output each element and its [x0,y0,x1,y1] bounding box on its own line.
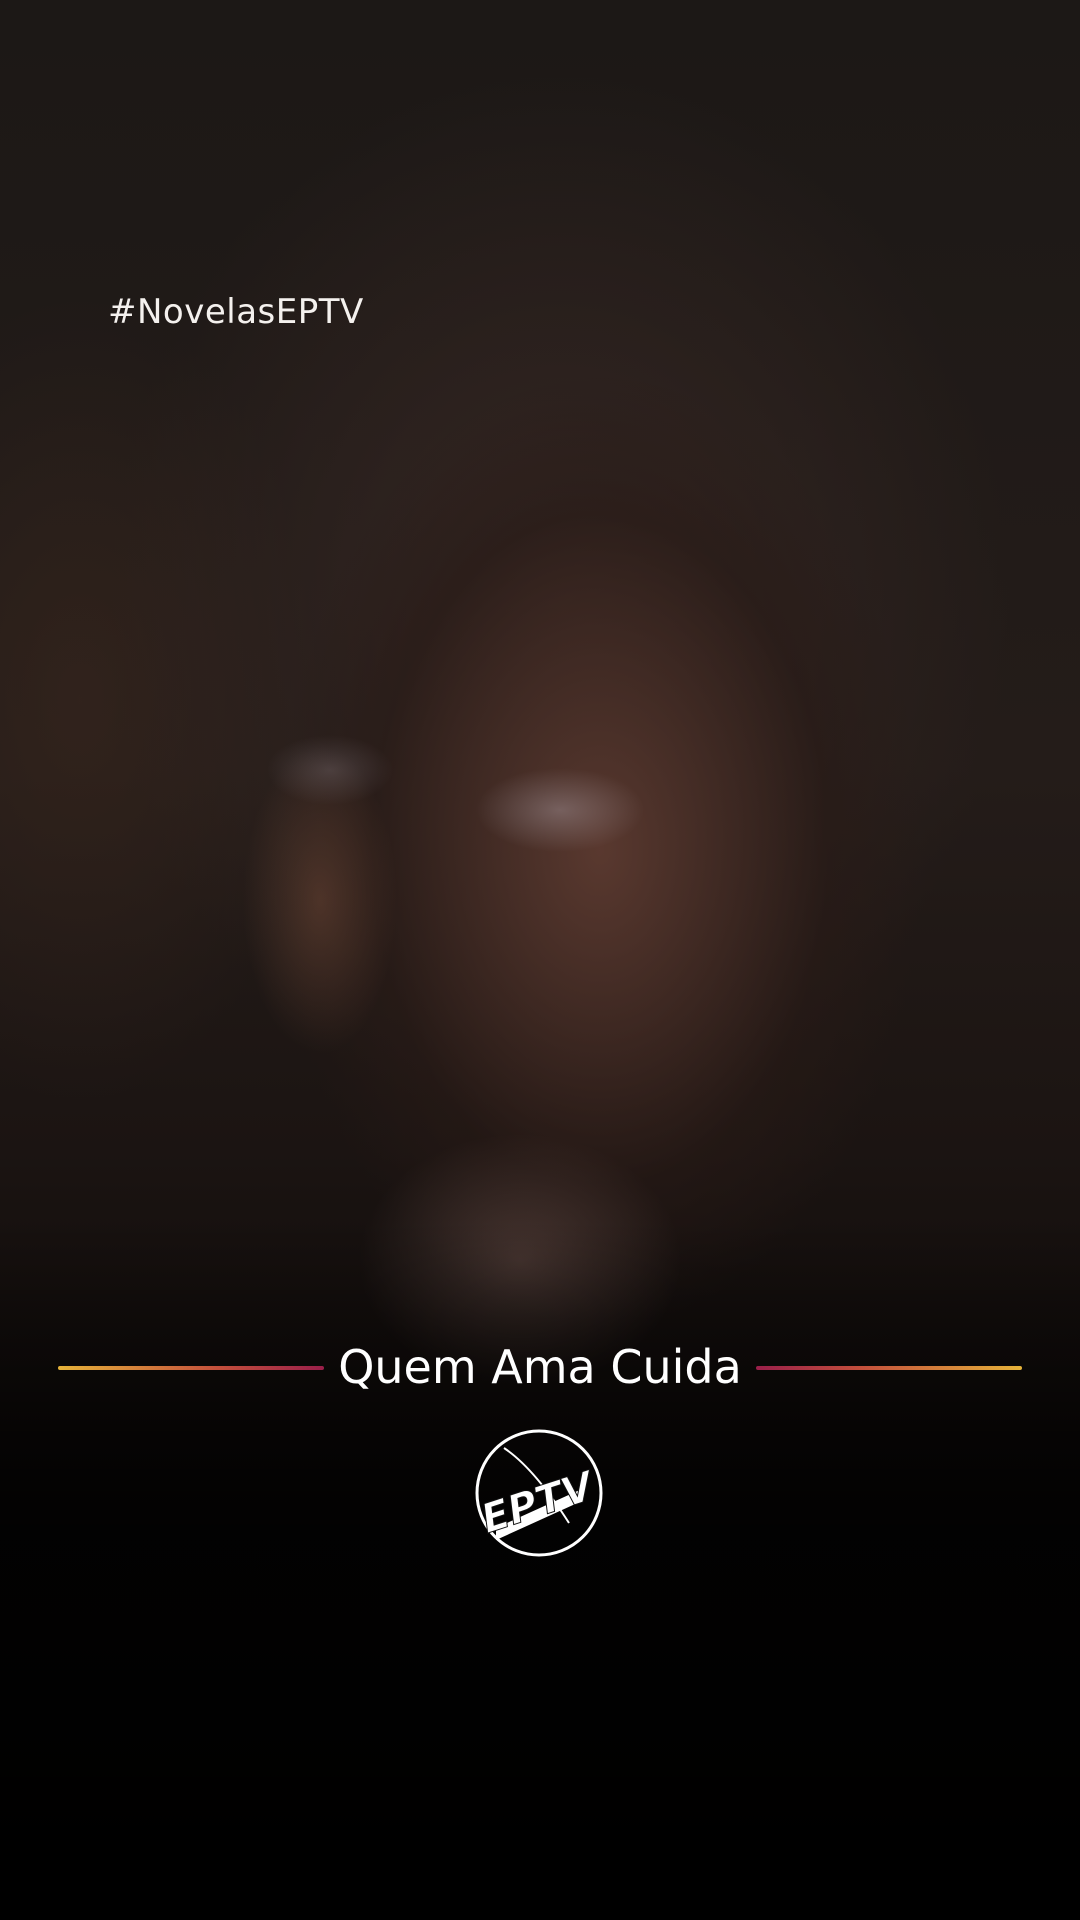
bottom-shade [0,1220,1080,1920]
hashtag-label: #NovelasEPTV [108,292,364,332]
decorative-line-right [756,1366,1022,1370]
logo-wordmark: EPTV [476,1463,602,1543]
eptv-logo-icon: EPTV [475,1429,603,1557]
video-frame: #NovelasEPTV Quem Ama Cuida EPTV [0,0,1080,1920]
title-row: Quem Ama Cuida [58,1334,1022,1400]
